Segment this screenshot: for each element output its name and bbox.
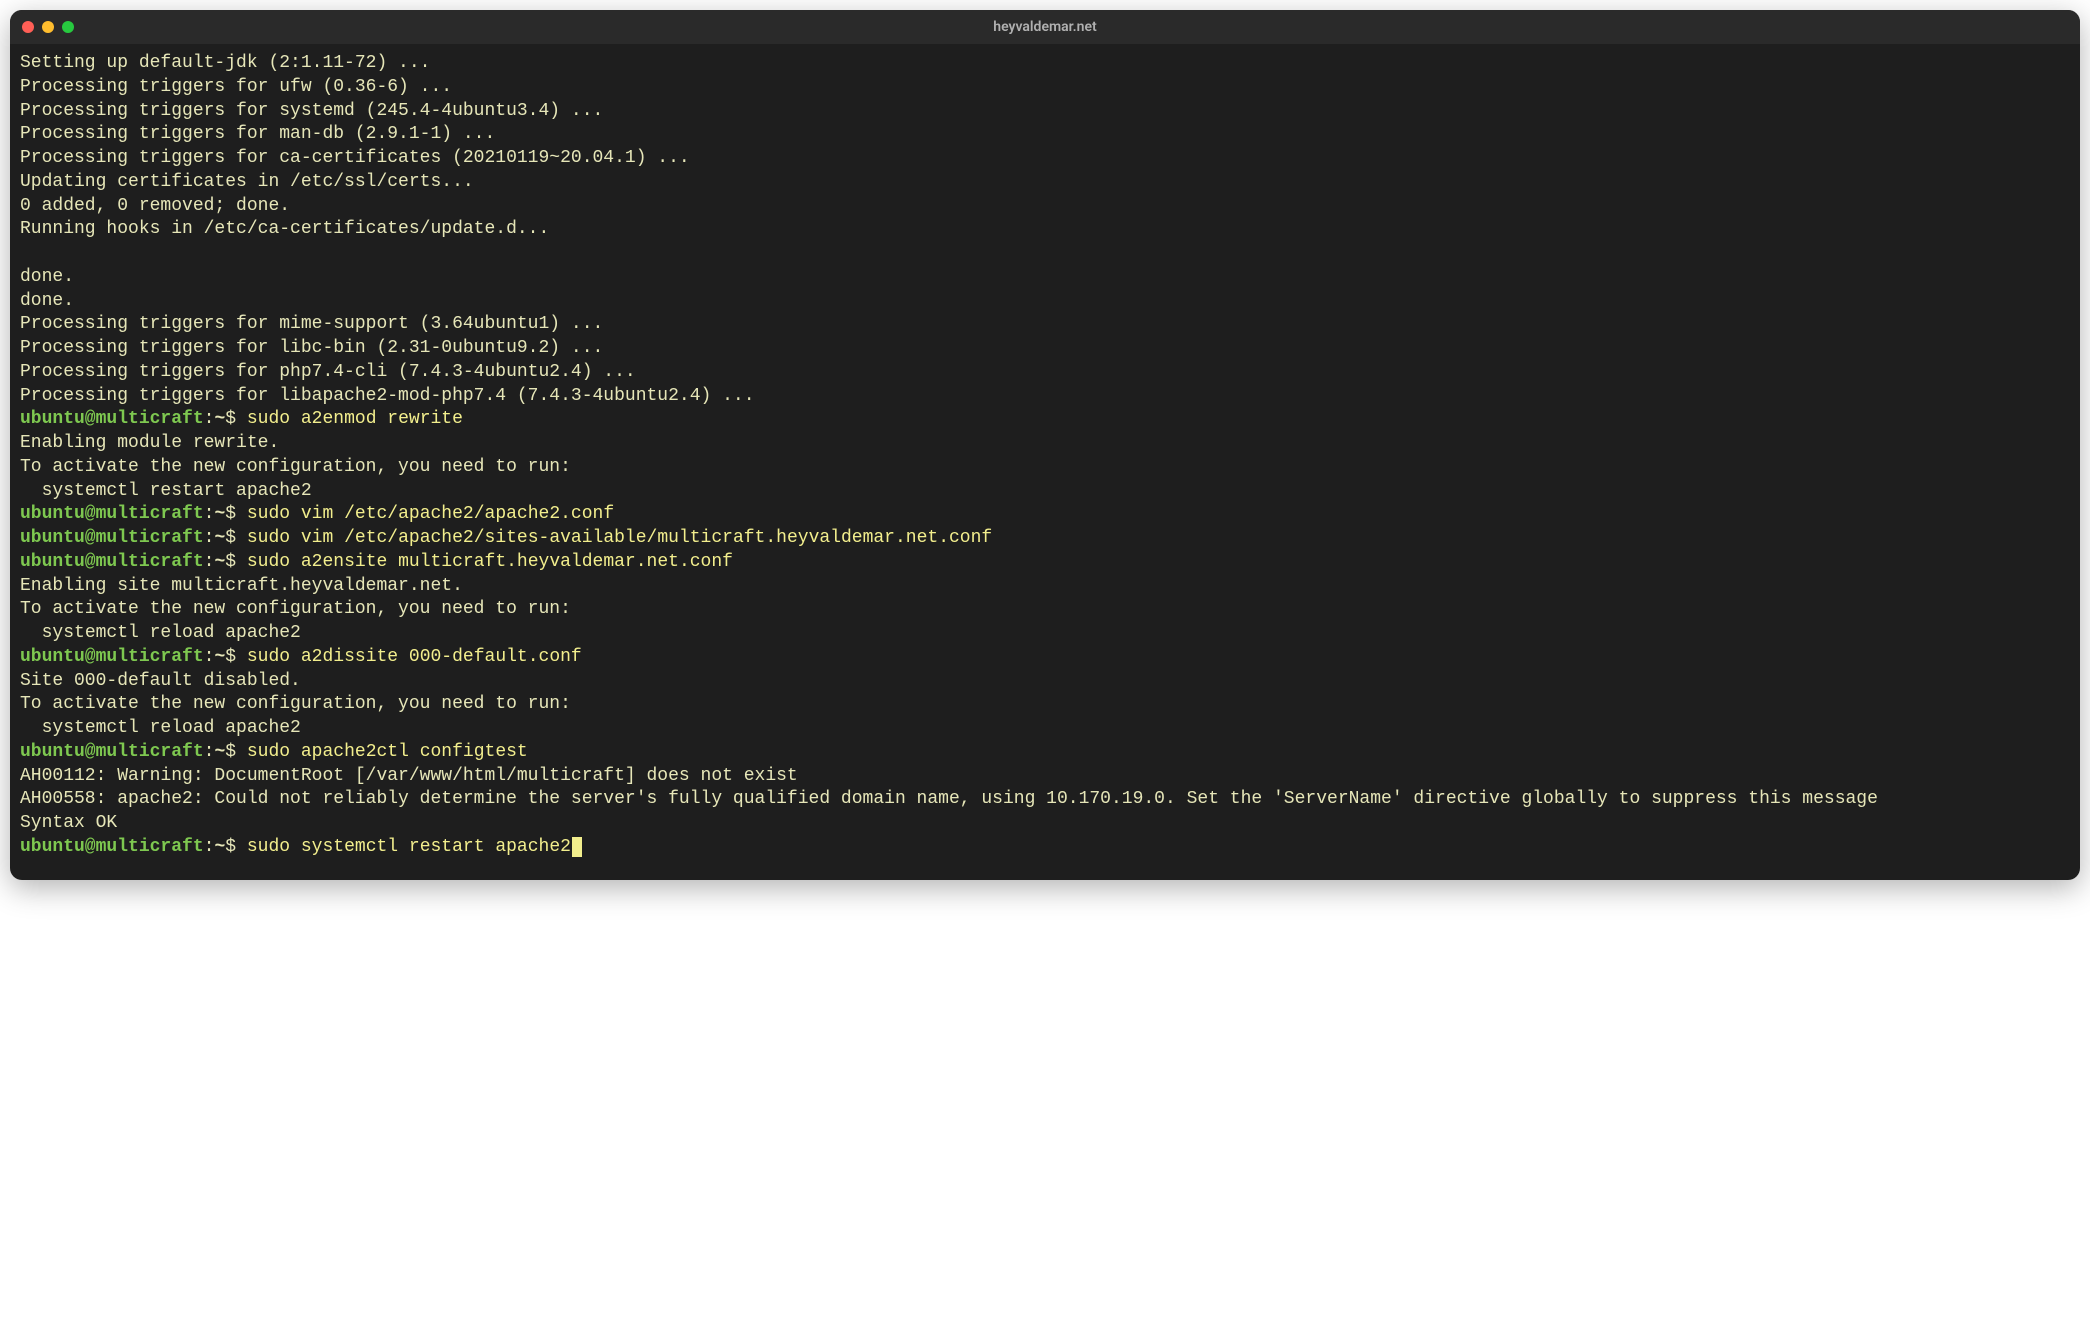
- output-line: Processing triggers for mime-support (3.…: [20, 313, 2070, 337]
- command-text: sudo a2ensite multicraft.heyvaldemar.net…: [247, 552, 733, 572]
- prompt-userhost: ubuntu@multicraft: [20, 837, 204, 857]
- output-line: Enabling site multicraft.heyvaldemar.net…: [20, 575, 2070, 599]
- prompt-symbol: $: [225, 647, 247, 667]
- command-line: ubuntu@multicraft:~$ sudo a2dissite 000-…: [20, 646, 2070, 670]
- prompt-separator: :: [204, 837, 215, 857]
- command-line: ubuntu@multicraft:~$ sudo systemctl rest…: [20, 836, 2070, 860]
- prompt-separator: :: [204, 528, 215, 548]
- output-line: Setting up default-jdk (2:1.11-72) ...: [20, 52, 2070, 76]
- command-text: sudo apache2ctl configtest: [247, 742, 528, 762]
- output-line: Processing triggers for libc-bin (2.31-0…: [20, 337, 2070, 361]
- prompt-symbol: $: [225, 528, 247, 548]
- prompt-userhost: ubuntu@multicraft: [20, 552, 204, 572]
- output-line: Processing triggers for php7.4-cli (7.4.…: [20, 361, 2070, 385]
- prompt-path: ~: [214, 647, 225, 667]
- prompt-userhost: ubuntu@multicraft: [20, 409, 204, 429]
- command-text: sudo systemctl restart apache2: [247, 837, 571, 857]
- output-line: done.: [20, 266, 2070, 290]
- terminal-window: heyvaldemar.net Setting up default-jdk (…: [10, 10, 2080, 880]
- command-text: sudo a2enmod rewrite: [247, 409, 463, 429]
- prompt-symbol: $: [225, 552, 247, 572]
- window-title: heyvaldemar.net: [10, 19, 2080, 35]
- output-line: systemctl reload apache2: [20, 717, 2070, 741]
- command-line: ubuntu@multicraft:~$ sudo apache2ctl con…: [20, 741, 2070, 765]
- command-line: ubuntu@multicraft:~$ sudo a2enmod rewrit…: [20, 408, 2070, 432]
- output-line: To activate the new configuration, you n…: [20, 598, 2070, 622]
- output-line: Processing triggers for ca-certificates …: [20, 147, 2070, 171]
- command-text: sudo a2dissite 000-default.conf: [247, 647, 582, 667]
- output-line: systemctl reload apache2: [20, 622, 2070, 646]
- output-line: Processing triggers for man-db (2.9.1-1)…: [20, 123, 2070, 147]
- output-line: systemctl restart apache2: [20, 480, 2070, 504]
- command-line: ubuntu@multicraft:~$ sudo vim /etc/apach…: [20, 503, 2070, 527]
- prompt-separator: :: [204, 409, 215, 429]
- minimize-icon[interactable]: [42, 21, 54, 33]
- command-line: ubuntu@multicraft:~$ sudo a2ensite multi…: [20, 551, 2070, 575]
- prompt-separator: :: [204, 647, 215, 667]
- prompt-path: ~: [214, 837, 225, 857]
- output-line: Syntax OK: [20, 812, 2070, 836]
- prompt-separator: :: [204, 552, 215, 572]
- prompt-separator: :: [204, 504, 215, 524]
- prompt-path: ~: [214, 504, 225, 524]
- prompt-symbol: $: [225, 837, 247, 857]
- output-line: Enabling module rewrite.: [20, 432, 2070, 456]
- prompt-path: ~: [214, 528, 225, 548]
- command-text: sudo vim /etc/apache2/sites-available/mu…: [247, 528, 992, 548]
- output-line: Site 000-default disabled.: [20, 670, 2070, 694]
- prompt-symbol: $: [225, 504, 247, 524]
- command-line: ubuntu@multicraft:~$ sudo vim /etc/apach…: [20, 527, 2070, 551]
- output-line: Updating certificates in /etc/ssl/certs.…: [20, 171, 2070, 195]
- window-controls: [22, 21, 74, 33]
- cursor: [572, 837, 582, 857]
- output-line: 0 added, 0 removed; done.: [20, 195, 2070, 219]
- output-line: To activate the new configuration, you n…: [20, 456, 2070, 480]
- prompt-path: ~: [214, 552, 225, 572]
- output-line: Processing triggers for systemd (245.4-4…: [20, 100, 2070, 124]
- prompt-path: ~: [214, 409, 225, 429]
- terminal-output[interactable]: Setting up default-jdk (2:1.11-72) ...Pr…: [10, 44, 2080, 880]
- maximize-icon[interactable]: [62, 21, 74, 33]
- output-line: AH00112: Warning: DocumentRoot [/var/www…: [20, 765, 2070, 789]
- prompt-userhost: ubuntu@multicraft: [20, 504, 204, 524]
- prompt-separator: :: [204, 742, 215, 762]
- prompt-path: ~: [214, 742, 225, 762]
- titlebar: heyvaldemar.net: [10, 10, 2080, 44]
- prompt-userhost: ubuntu@multicraft: [20, 742, 204, 762]
- prompt-userhost: ubuntu@multicraft: [20, 647, 204, 667]
- command-text: sudo vim /etc/apache2/apache2.conf: [247, 504, 614, 524]
- output-line: AH00558: apache2: Could not reliably det…: [20, 788, 2070, 812]
- close-icon[interactable]: [22, 21, 34, 33]
- output-line: Running hooks in /etc/ca-certificates/up…: [20, 218, 2070, 242]
- output-line: Processing triggers for ufw (0.36-6) ...: [20, 76, 2070, 100]
- prompt-symbol: $: [225, 742, 247, 762]
- output-line: Processing triggers for libapache2-mod-p…: [20, 385, 2070, 409]
- prompt-userhost: ubuntu@multicraft: [20, 528, 204, 548]
- output-line: To activate the new configuration, you n…: [20, 693, 2070, 717]
- prompt-symbol: $: [225, 409, 247, 429]
- output-line: done.: [20, 290, 2070, 314]
- output-line: [20, 242, 2070, 266]
